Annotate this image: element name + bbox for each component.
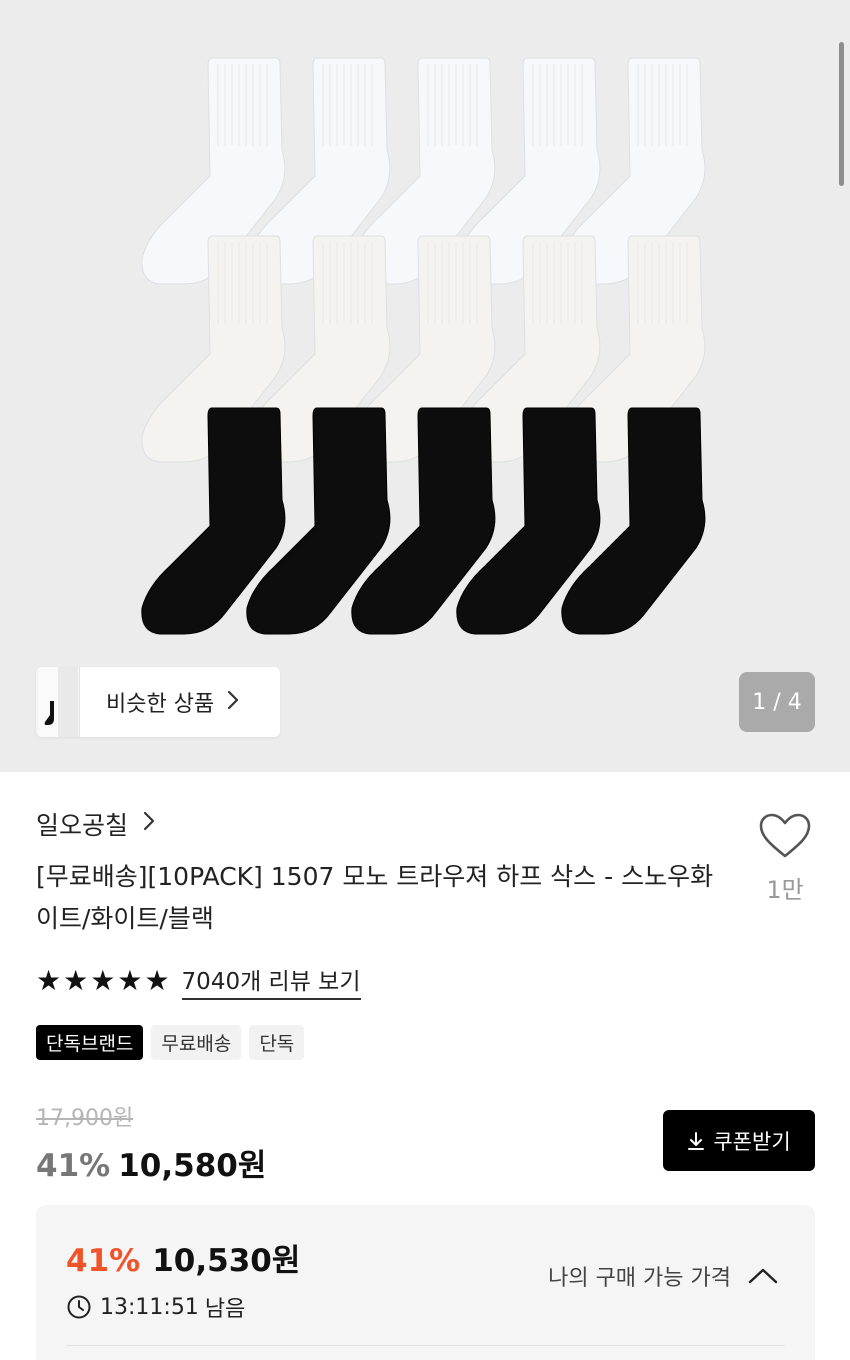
best-price: 10,530원 xyxy=(152,1243,301,1279)
product-tags: 단독브랜드 무료배송 단독 xyxy=(36,1025,305,1060)
product-tag: 단독브랜드 xyxy=(36,1025,144,1060)
product-title: [무료배송][10PACK] 1507 모노 트라우져 하프 삭스 - 스노우화… xyxy=(36,862,714,933)
timer-value: 13:11:51 xyxy=(100,1294,199,1320)
review-link[interactable]: 7040개 리뷰 보기 xyxy=(181,962,361,1000)
product-image-gallery[interactable]: 비슷한 상품 1 / 4 xyxy=(0,0,850,772)
countdown-timer: 13:11:51 남음 xyxy=(66,1291,245,1323)
similar-products-label: 비슷한 상품 xyxy=(106,692,215,717)
star-icon: ★ xyxy=(117,964,143,997)
star-rating: ★ ★ ★ ★ ★ xyxy=(36,967,170,995)
star-icon: ★ xyxy=(63,964,89,997)
discount-rate: 41% xyxy=(36,1148,111,1184)
chevron-right-icon xyxy=(142,809,156,839)
best-price-row: 41% 10,530원 xyxy=(66,1235,300,1280)
my-price-label: 나의 구매 가능 가격 xyxy=(548,1266,731,1291)
similar-product-thumbnail xyxy=(36,667,80,737)
similar-products-button[interactable]: 비슷한 상품 xyxy=(36,667,280,737)
brand-link[interactable]: 일오공칠 xyxy=(36,806,156,842)
chevron-right-icon xyxy=(226,689,240,715)
product-tag: 단독 xyxy=(249,1025,305,1060)
my-price-toggle[interactable]: 나의 구매 가능 가격 xyxy=(548,1260,779,1292)
like-button[interactable]: 1만 xyxy=(758,812,812,905)
coupon-button[interactable]: 쿠폰받기 xyxy=(663,1110,815,1171)
best-price-panel: 41% 10,530원 13:11:51 남음 나의 구매 가능 가격 xyxy=(36,1205,815,1360)
star-icon: ★ xyxy=(90,964,116,997)
star-icon: ★ xyxy=(36,964,62,997)
divider xyxy=(66,1345,785,1346)
scrollbar[interactable] xyxy=(839,42,844,186)
chevron-up-icon xyxy=(748,1268,778,1284)
star-icon: ★ xyxy=(144,964,170,997)
brand-name: 일오공칠 xyxy=(36,811,129,840)
product-tag: 무료배송 xyxy=(151,1025,242,1060)
sale-price-row: 41% 10,580원 xyxy=(36,1140,266,1185)
download-icon xyxy=(688,1131,705,1150)
image-pager: 1 / 4 xyxy=(739,672,815,732)
rating-row: ★ ★ ★ ★ ★ 7040개 리뷰 보기 xyxy=(36,962,361,1000)
like-count: 1만 xyxy=(766,876,804,904)
coupon-label: 쿠폰받기 xyxy=(713,1129,791,1154)
original-price: 17,900원 xyxy=(36,1106,134,1131)
product-photo xyxy=(141,57,706,635)
sale-price: 10,580원 xyxy=(118,1148,267,1184)
clock-icon xyxy=(67,1295,91,1319)
heart-icon xyxy=(758,813,812,864)
best-discount-rate: 41% xyxy=(66,1243,141,1279)
timer-suffix: 남음 xyxy=(204,1297,246,1322)
